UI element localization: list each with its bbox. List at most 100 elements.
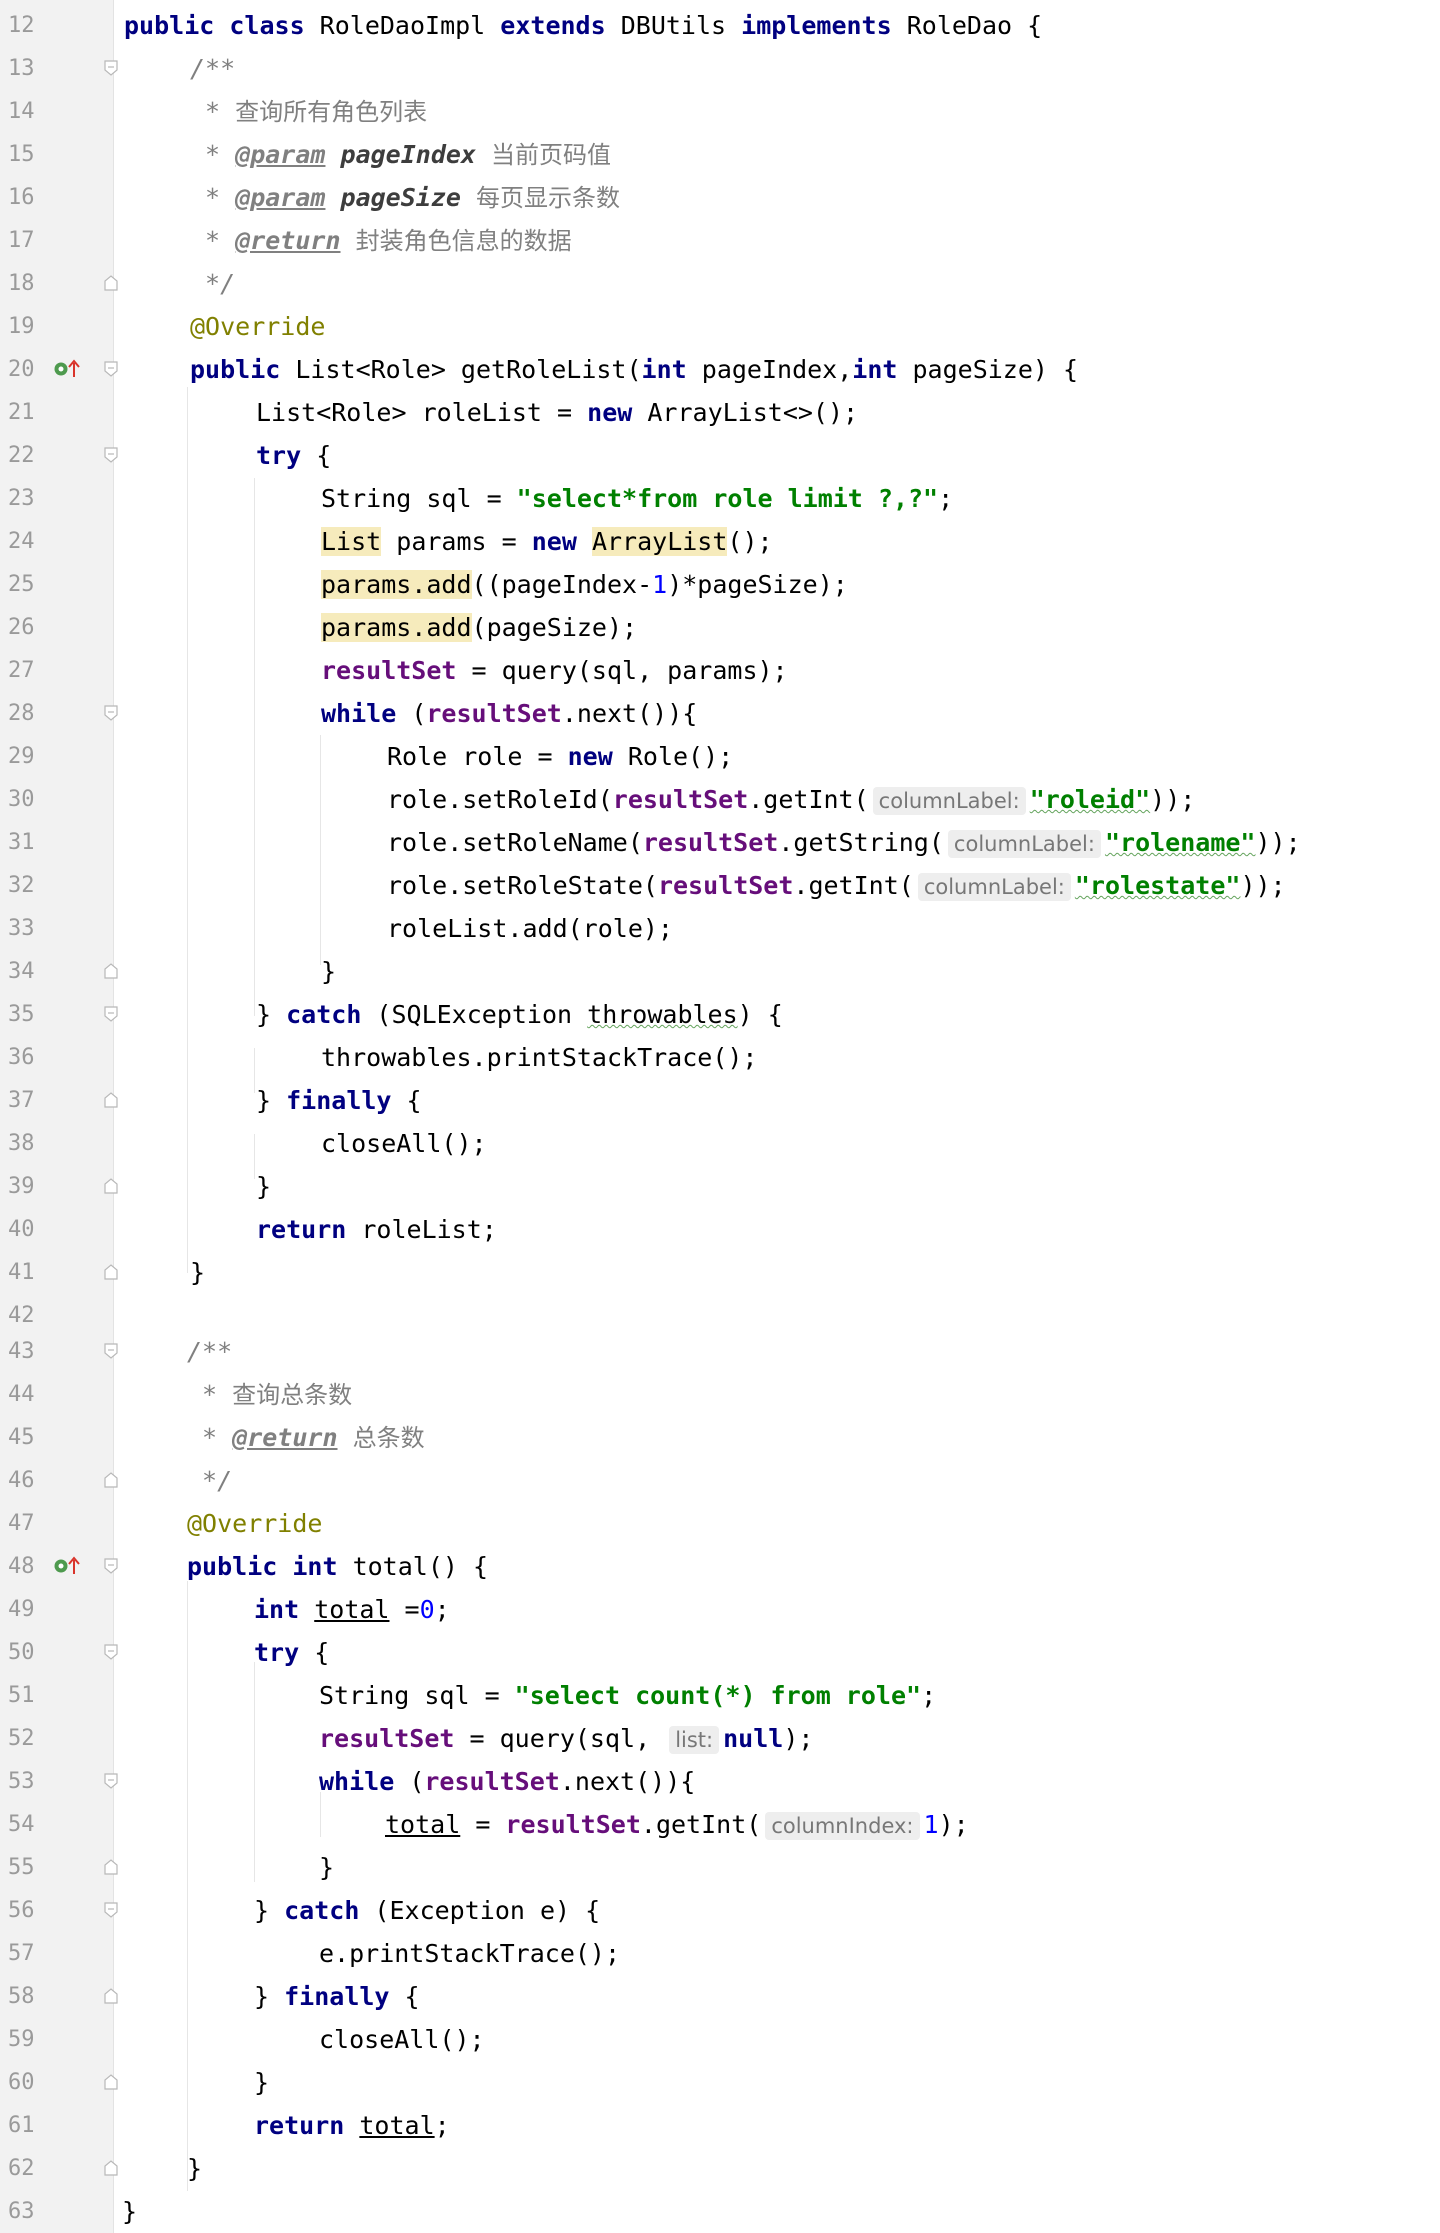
code-line[interactable]: 30 role.setRoleId(resultSet.getInt(colum… (0, 778, 1440, 821)
line-number: 40 (8, 1217, 35, 1242)
fold-end-icon[interactable] (104, 1472, 118, 1488)
fold-start-icon[interactable] (104, 1558, 118, 1574)
code-line[interactable]: 43 /** (0, 1330, 1440, 1373)
code-text: resultSet = query(sql, params); (321, 649, 788, 692)
fold-start-icon[interactable] (104, 705, 118, 721)
code-text: Role role = new Role(); (387, 735, 733, 778)
code-line[interactable]: 58 } finally { (0, 1975, 1440, 2018)
fold-start-icon[interactable] (104, 1902, 118, 1918)
code-line[interactable]: 39 } (0, 1165, 1440, 1208)
fold-start-icon[interactable] (104, 447, 118, 463)
code-line[interactable]: 29 Role role = new Role(); (0, 735, 1440, 778)
code-line[interactable]: 48 public int total() { (0, 1545, 1440, 1588)
code-text: List<Role> roleList = new ArrayList<>(); (256, 391, 858, 434)
line-number: 36 (8, 1045, 35, 1070)
code-line[interactable]: 32 role.setRoleState(resultSet.getInt(co… (0, 864, 1440, 907)
keyword: public class (124, 11, 320, 40)
code-line[interactable]: 26 params.add(pageSize); (0, 606, 1440, 649)
code-line[interactable]: 45 * @return 总条数 (0, 1416, 1440, 1459)
code-line[interactable]: 18 */ (0, 262, 1440, 305)
code-line[interactable]: 28 while (resultSet.next()){ (0, 692, 1440, 735)
code-line[interactable]: 47 @Override (0, 1502, 1440, 1545)
code-line[interactable]: 38 closeAll(); (0, 1122, 1440, 1165)
implementing-method-icon[interactable] (52, 359, 82, 379)
fold-start-icon[interactable] (104, 1773, 118, 1789)
code-line[interactable]: 40 return roleList; (0, 1208, 1440, 1251)
fold-end-icon[interactable] (104, 963, 118, 979)
code-line[interactable]: 23 String sql = "select*from role limit … (0, 477, 1440, 520)
fold-start-icon[interactable] (104, 1006, 118, 1022)
code-line[interactable]: 44 * 查询总条数 (0, 1373, 1440, 1416)
code-text: public List<Role> getRoleList(int pageIn… (190, 348, 1078, 391)
code-line[interactable]: 37 } finally { (0, 1079, 1440, 1122)
code-line[interactable]: 55 } (0, 1846, 1440, 1889)
code-line[interactable]: 50 try { (0, 1631, 1440, 1674)
code-line[interactable]: 20 public List<Role> getRoleList(int pag… (0, 348, 1440, 391)
code-line[interactable]: 21 List<Role> roleList = new ArrayList<>… (0, 391, 1440, 434)
fold-start-icon[interactable] (104, 1343, 118, 1359)
code-line[interactable]: 25 params.add((pageIndex-1)*pageSize); (0, 563, 1440, 606)
code-line[interactable]: 33 roleList.add(role); (0, 907, 1440, 950)
code-line[interactable]: 22 try { (0, 434, 1440, 477)
fold-end-icon[interactable] (104, 1859, 118, 1875)
identifier: List<Role> getRoleList( (295, 355, 642, 384)
line-number: 63 (8, 2199, 35, 2224)
code-line[interactable]: 15 * @param pageIndex 当前页码值 (0, 133, 1440, 176)
code-line[interactable]: 24 List params = new ArrayList(); (0, 520, 1440, 563)
code-line[interactable]: 53 while (resultSet.next()){ (0, 1760, 1440, 1803)
code-line[interactable]: 12 public class RoleDaoImpl extends DBUt… (0, 4, 1440, 47)
doc-tag: @param (235, 183, 326, 212)
identifier: ((pageIndex- (471, 570, 653, 599)
comment-star: * (190, 97, 236, 126)
line-number: 38 (8, 1131, 35, 1156)
code-text: role.setRoleId(resultSet.getInt(columnLa… (387, 778, 1195, 821)
code-editor[interactable]: 12 public class RoleDaoImpl extends DBUt… (0, 0, 1440, 2233)
code-line[interactable]: 59 closeAll(); (0, 2018, 1440, 2061)
parameter-hint: columnLabel: (872, 787, 1026, 815)
code-line[interactable]: 36 throwables.printStackTrace(); (0, 1036, 1440, 1079)
doc-comment: /** (187, 1337, 233, 1366)
line-number: 31 (8, 830, 35, 855)
brace: } (256, 1086, 287, 1115)
code-line[interactable]: 17 * @return 封装角色信息的数据 (0, 219, 1440, 262)
code-line[interactable]: 19 @Override (0, 305, 1440, 348)
code-line[interactable]: 27 resultSet = query(sql, params); (0, 649, 1440, 692)
line-number: 54 (8, 1812, 35, 1837)
code-line[interactable]: 14 * 查询所有角色列表 (0, 90, 1440, 133)
code-line[interactable]: 34 } (0, 950, 1440, 993)
fold-end-icon[interactable] (104, 2074, 118, 2090)
code-line[interactable]: 61 return total; (0, 2104, 1440, 2147)
code-line[interactable]: 54 total = resultSet.getInt(columnIndex:… (0, 1803, 1440, 1846)
identifier: RoleDao { (906, 11, 1043, 40)
code-line[interactable]: 16 * @param pageSize 每页显示条数 (0, 176, 1440, 219)
fold-start-icon[interactable] (104, 60, 118, 76)
code-line[interactable]: 57 e.printStackTrace(); (0, 1932, 1440, 1975)
fold-end-icon[interactable] (104, 2160, 118, 2176)
code-line[interactable]: 46 */ (0, 1459, 1440, 1502)
code-line[interactable]: 51 String sql = "select count(*) from ro… (0, 1674, 1440, 1717)
field: resultSet (612, 785, 749, 814)
code-line[interactable]: 62 } (0, 2147, 1440, 2190)
line-number: 17 (8, 228, 35, 253)
fold-start-icon[interactable] (104, 1092, 118, 1108)
line-number: 61 (8, 2113, 35, 2138)
code-line[interactable]: 41 } (0, 1251, 1440, 1294)
fold-start-icon[interactable] (104, 1644, 118, 1660)
code-line[interactable]: 49 int total =0; (0, 1588, 1440, 1631)
code-line[interactable]: 31 role.setRoleName(resultSet.getString(… (0, 821, 1440, 864)
code-line[interactable]: 60 } (0, 2061, 1440, 2104)
fold-end-icon[interactable] (104, 1178, 118, 1194)
code-text: while (resultSet.next()){ (319, 1760, 695, 1803)
fold-start-icon[interactable] (104, 1988, 118, 2004)
code-line[interactable]: 56 } catch (Exception e) { (0, 1889, 1440, 1932)
fold-start-icon[interactable] (104, 361, 118, 377)
brace: { (314, 1638, 330, 1667)
fold-end-icon[interactable] (104, 275, 118, 291)
fold-end-icon[interactable] (104, 1264, 118, 1280)
implementing-method-icon[interactable] (52, 1556, 82, 1576)
code-line[interactable]: 52 resultSet = query(sql, list: null); (0, 1717, 1440, 1760)
code-line[interactable]: 63 } (0, 2190, 1440, 2233)
code-line[interactable]: 13 /** (0, 47, 1440, 90)
identifier: .getInt( (640, 1810, 762, 1839)
code-line[interactable]: 35 } catch (SQLException throwables) { (0, 993, 1440, 1036)
